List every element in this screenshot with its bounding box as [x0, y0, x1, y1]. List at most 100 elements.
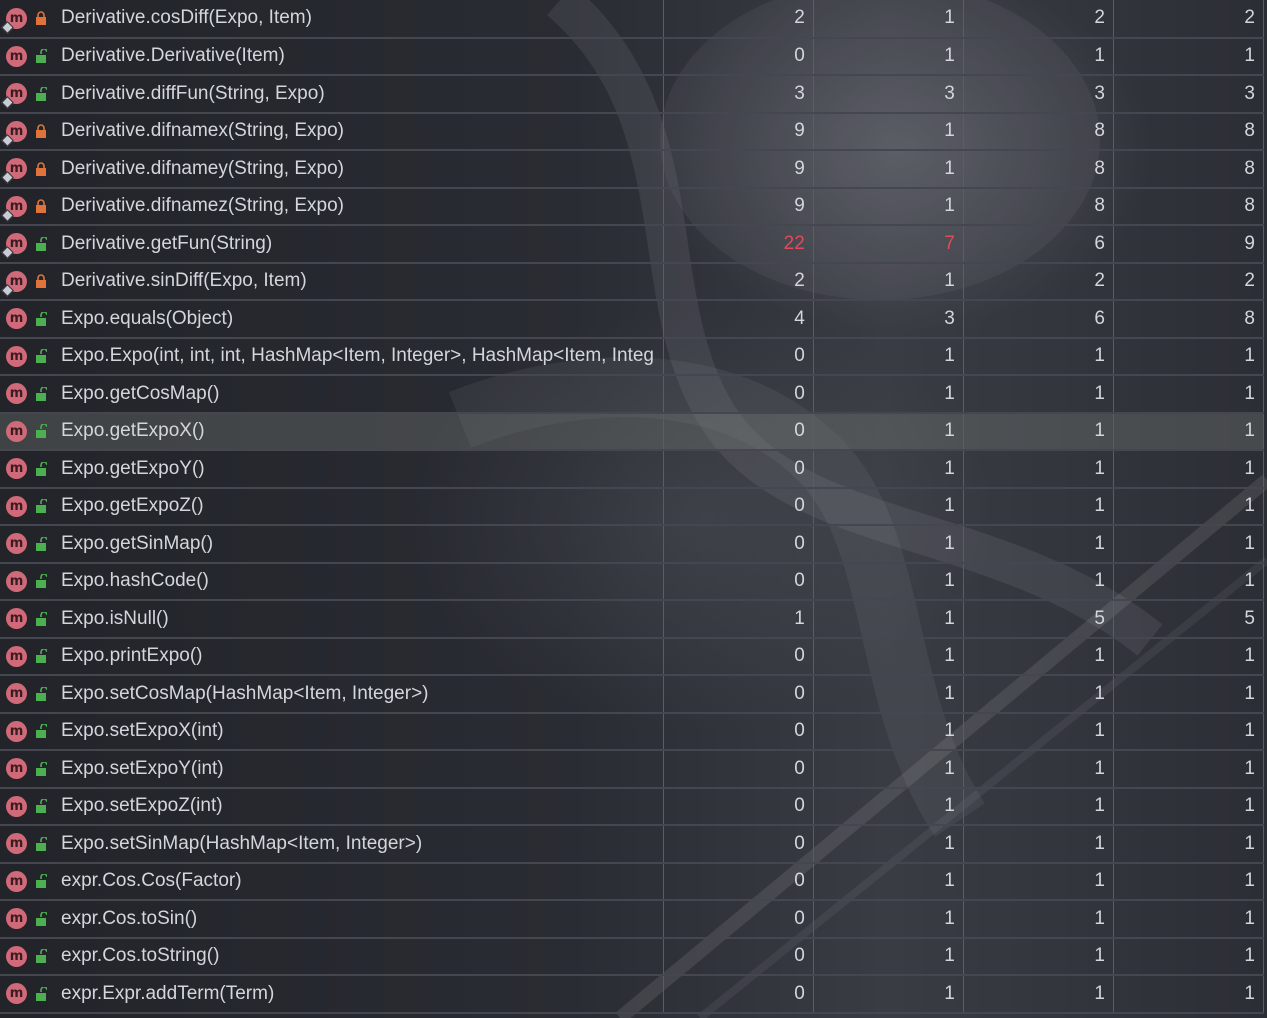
- method-name-cell[interactable]: m expr.Cos.toSin(): [0, 900, 664, 939]
- method-name-cell[interactable]: m Derivative.getFun(String): [0, 225, 664, 264]
- metric-value-1: 9: [663, 187, 814, 226]
- method-icon: m: [6, 495, 27, 517]
- method-signature: Expo.setCosMap(HashMap<Item, Integer>): [61, 682, 429, 704]
- metric-value-1: 2: [663, 0, 814, 39]
- metric-value-1: 0: [663, 975, 814, 1014]
- table-row[interactable]: m expr.Cos.toString() 0 1 1 1: [0, 937, 1265, 976]
- method-signature: Expo.hashCode(): [61, 570, 209, 592]
- metric-value-4: 1: [1113, 900, 1265, 939]
- method-name-cell[interactable]: m Expo.isNull(): [0, 600, 664, 639]
- method-name-cell[interactable]: m Derivative.Derivative(Item): [0, 37, 664, 76]
- method-name-cell[interactable]: m Derivative.cosDiff(Expo, Item): [0, 0, 664, 39]
- metrics-window: m Derivative.cosDiff(Expo, Item) 2 1 2 2 m Deri…: [0, 0, 1267, 1018]
- lock-open-icon: [36, 499, 47, 514]
- method-name-cell[interactable]: m expr.Cos.Cos(Factor): [0, 862, 664, 901]
- table-row[interactable]: m Derivative.diffFun(String, Expo) 3 3 3 3: [0, 75, 1265, 114]
- table-row[interactable]: m Expo.Expo(int, int, int, HashMap<Item, …: [0, 337, 1265, 376]
- method-name-cell[interactable]: m Expo.getSinMap(): [0, 525, 664, 564]
- table-row[interactable]: m Expo.getExpoZ() 0 1 1 1: [0, 487, 1265, 526]
- table-row[interactable]: m expr.Expr.addTerm(Term) 0 1 1 1: [0, 975, 1265, 1014]
- method-name-cell[interactable]: m Expo.setExpoY(int): [0, 750, 664, 789]
- method-name-cell[interactable]: m Derivative.diffFun(String, Expo): [0, 75, 664, 114]
- metric-value-2: 1: [813, 675, 964, 714]
- lock-closed-icon: [36, 11, 46, 26]
- metric-value-3: 2: [963, 262, 1114, 301]
- method-name-cell[interactable]: m Expo.setSinMap(HashMap<Item, Integer>): [0, 825, 664, 864]
- pin-icon: [1, 133, 14, 147]
- method-name-cell[interactable]: m Derivative.sinDiff(Expo, Item): [0, 262, 664, 301]
- method-icon: m: [1, 158, 27, 185]
- metric-value-4: 8: [1113, 112, 1265, 151]
- method-name-cell[interactable]: m Expo.getExpoZ(): [0, 487, 664, 526]
- method-name-cell[interactable]: m Expo.setCosMap(HashMap<Item, Integer>): [0, 675, 664, 714]
- metric-value-4: 1: [1113, 825, 1265, 864]
- method-name-cell[interactable]: m Expo.getExpoX(): [0, 412, 664, 451]
- lock-closed-icon: [36, 199, 46, 214]
- table-row[interactable]: m Expo.isNull() 1 1 5 5: [0, 600, 1265, 639]
- metric-value-3: 1: [963, 37, 1114, 76]
- method-name-cell[interactable]: m Expo.getCosMap(): [0, 375, 664, 414]
- metric-value-4: 1: [1113, 337, 1265, 376]
- metric-value-1: 0: [663, 337, 814, 376]
- metric-value-4: 1: [1113, 37, 1265, 76]
- metric-value-2: 1: [813, 525, 964, 564]
- method-name-cell[interactable]: m Expo.hashCode(): [0, 562, 664, 601]
- lock-open-icon: [36, 86, 47, 101]
- metric-value-4: 1: [1113, 375, 1265, 414]
- table-row[interactable]: m Expo.setCosMap(HashMap<Item, Integer>) 0…: [0, 675, 1265, 714]
- table-row[interactable]: m Expo.getSinMap() 0 1 1 1: [0, 525, 1265, 564]
- table-row[interactable]: m Expo.setSinMap(HashMap<Item, Integer>) 0…: [0, 825, 1265, 864]
- method-signature: Expo.Expo(int, int, int, HashMap<Item, I…: [61, 345, 654, 367]
- method-icon: m: [6, 908, 27, 930]
- method-name-cell[interactable]: m Expo.setExpoX(int): [0, 712, 664, 751]
- table-row[interactable]: m Derivative.difnamex(String, Expo) 9 1 8 8: [0, 112, 1265, 151]
- table-row[interactable]: m Derivative.Derivative(Item) 0 1 1 1: [0, 37, 1265, 76]
- method-name-cell[interactable]: m Derivative.difnamey(String, Expo): [0, 150, 664, 189]
- metric-value-3: 1: [963, 787, 1114, 826]
- metric-value-1: 0: [663, 712, 814, 751]
- table-row[interactable]: m Expo.getExpoX() 0 1 1 1: [0, 412, 1265, 451]
- table-row[interactable]: m Expo.printExpo() 0 1 1 1: [0, 637, 1265, 676]
- metric-value-3: 8: [963, 150, 1114, 189]
- metric-value-2: 1: [813, 712, 964, 751]
- method-name-cell[interactable]: m expr.Expr.addTerm(Term): [0, 975, 664, 1014]
- table-row[interactable]: m Expo.equals(Object) 4 3 6 8: [0, 300, 1265, 339]
- lock-open-icon: [36, 536, 47, 551]
- table-row[interactable]: m expr.Cos.toSin() 0 1 1 1: [0, 900, 1265, 939]
- method-icon: m: [1, 233, 27, 260]
- method-signature: Expo.getExpoX(): [61, 420, 205, 442]
- table-row[interactable]: m Expo.getExpoY() 0 1 1 1: [0, 450, 1265, 489]
- table-row[interactable]: m Derivative.getFun(String) 22 7 6 9: [0, 225, 1265, 264]
- table-row[interactable]: m Derivative.cosDiff(Expo, Item) 2 1 2 2: [0, 0, 1265, 39]
- method-icon: m: [1, 7, 27, 34]
- method-name-cell[interactable]: m Expo.equals(Object): [0, 300, 664, 339]
- method-name-cell[interactable]: m Expo.getExpoY(): [0, 450, 664, 489]
- method-name-cell[interactable]: m expr.Cos.toString(): [0, 937, 664, 976]
- table-row[interactable]: m Expo.setExpoY(int) 0 1 1 1: [0, 750, 1265, 789]
- metric-value-1: 0: [663, 37, 814, 76]
- method-name-cell[interactable]: m Expo.printExpo(): [0, 637, 664, 676]
- table-row[interactable]: m Derivative.difnamez(String, Expo) 9 1 8 8: [0, 187, 1265, 226]
- method-name-cell[interactable]: m Expo.Expo(int, int, int, HashMap<Item, …: [0, 337, 664, 376]
- metric-value-2: 1: [813, 975, 964, 1014]
- metric-value-4: 8: [1113, 300, 1265, 339]
- method-signature: Expo.getSinMap(): [61, 532, 214, 554]
- table-row[interactable]: m Expo.setExpoZ(int) 0 1 1 1: [0, 787, 1265, 826]
- method-name-cell[interactable]: m Derivative.difnamex(String, Expo): [0, 112, 664, 151]
- metric-value-1: 0: [663, 862, 814, 901]
- table-row[interactable]: m Derivative.sinDiff(Expo, Item) 2 1 2 2: [0, 262, 1265, 301]
- table-row[interactable]: m expr.Cos.Cos(Factor) 0 1 1 1: [0, 862, 1265, 901]
- method-name-cell[interactable]: m Derivative.difnamez(String, Expo): [0, 187, 664, 226]
- metric-value-2: 1: [813, 450, 964, 489]
- table-row[interactable]: m Expo.hashCode() 0 1 1 1: [0, 562, 1265, 601]
- metric-value-4: 1: [1113, 712, 1265, 751]
- method-name-cell[interactable]: m Expo.setExpoZ(int): [0, 787, 664, 826]
- table-row[interactable]: m Derivative.difnamey(String, Expo) 9 1 8 8: [0, 150, 1265, 189]
- metric-value-1: 0: [663, 637, 814, 676]
- metric-value-1: 9: [663, 112, 814, 151]
- metric-value-3: 5: [963, 600, 1114, 639]
- metric-value-1: 22: [663, 225, 814, 264]
- table-row[interactable]: m Expo.setExpoX(int) 0 1 1 1: [0, 712, 1265, 751]
- table-row[interactable]: m Expo.getCosMap() 0 1 1 1: [0, 375, 1265, 414]
- metric-value-2: 1: [813, 262, 964, 301]
